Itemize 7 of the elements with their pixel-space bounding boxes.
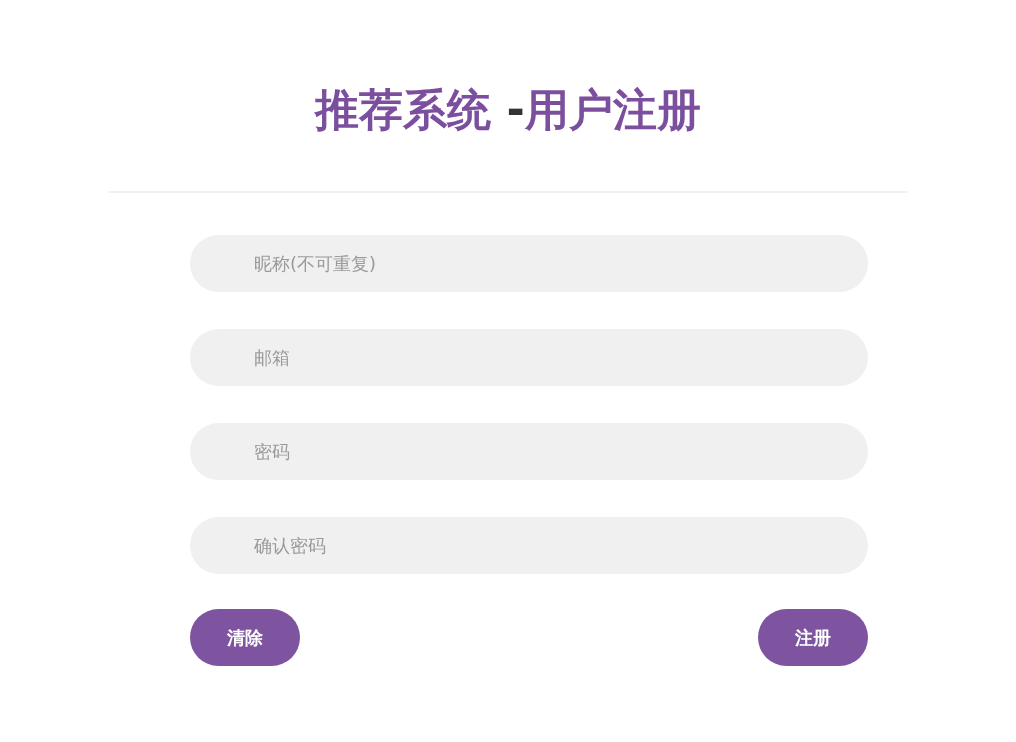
register-button[interactable]: 注册 [758, 609, 868, 666]
input-field[interactable]: 密码 [190, 423, 868, 480]
input-field[interactable]: 昵称(不可重复) [190, 235, 868, 292]
page-title: 推荐系统 -用户注册 [315, 83, 701, 137]
input-field[interactable]: 邮箱 [190, 329, 868, 386]
clear-button[interactable]: 清除 [190, 609, 300, 666]
input-field[interactable]: 确认密码 [190, 517, 868, 574]
